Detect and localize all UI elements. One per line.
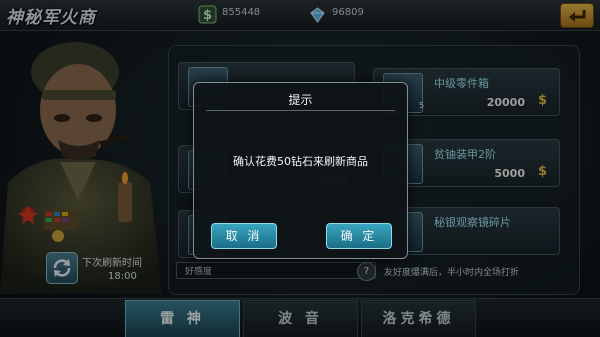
cancel-button[interactable]: 取 消 bbox=[211, 223, 277, 249]
dialog-divider bbox=[206, 110, 395, 111]
confirm-dialog: 提示 确认花费50钻石来刷新商品 取 消 确 定 bbox=[193, 82, 408, 259]
dialog-title: 提示 bbox=[288, 93, 313, 107]
game-screen: 神秘军火商 $ 855448 96809 5 中级零件箱 20000 $ 贫铀装… bbox=[0, 0, 600, 337]
confirm-button[interactable]: 确 定 bbox=[326, 223, 392, 249]
dialog-message: 确认花费50钻石来刷新商品 bbox=[233, 155, 368, 168]
